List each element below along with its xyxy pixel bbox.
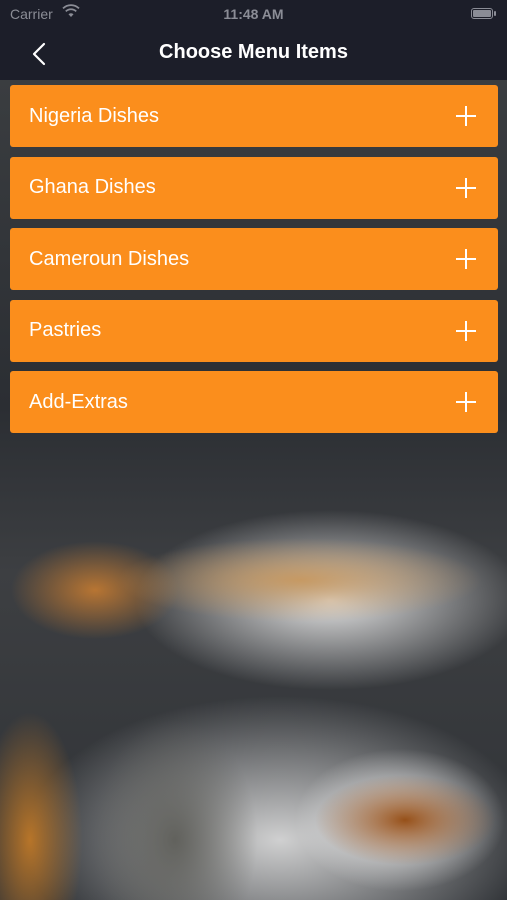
plus-icon[interactable]	[456, 106, 476, 126]
menu-item-cameroun-dishes[interactable]: Cameroun Dishes	[10, 228, 498, 290]
menu-item-label: Add-Extras	[29, 390, 128, 413]
menu-item-label: Nigeria Dishes	[29, 104, 160, 127]
menu-item-label: Cameroun Dishes	[29, 247, 190, 270]
page-title: Choose Menu Items	[159, 41, 348, 63]
status-bar: Carrier 11:48 AM	[0, 0, 507, 28]
plus-icon[interactable]	[456, 177, 476, 198]
menu-item-pastries[interactable]: Pastries	[10, 299, 498, 362]
battery-tip	[494, 11, 496, 16]
battery-icon	[471, 8, 493, 19]
clock-time: 11:48 AM	[223, 6, 284, 22]
plus-icon[interactable]	[456, 320, 476, 341]
menu-item-ghana-dishes[interactable]: Ghana Dishes	[10, 156, 498, 219]
navigation-bar: Choose Menu Items	[0, 28, 507, 80]
menu-item-label: Ghana Dishes	[29, 176, 156, 198]
menu-item-nigeria-dishes[interactable]: Nigeria Dishes	[10, 85, 498, 147]
menu-item-label: Pastries	[29, 319, 102, 341]
plus-icon[interactable]	[456, 392, 476, 412]
menu-item-add-extras[interactable]: Add-Extras	[10, 371, 498, 433]
menu-category-list: Nigeria Dishes Ghana Dishes Cameroun Dis…	[10, 85, 498, 443]
plus-icon[interactable]	[456, 249, 476, 269]
